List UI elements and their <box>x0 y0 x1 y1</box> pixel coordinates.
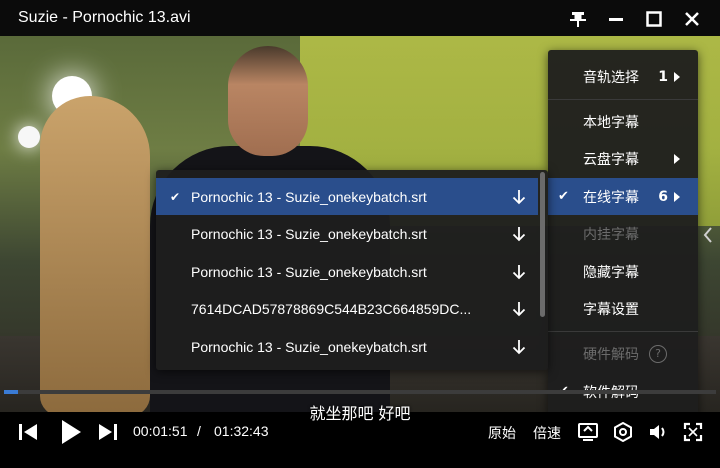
subtitle-option[interactable]: 7614DCAD57878869C544B23C664859DC... <box>156 290 538 327</box>
menu-item-hide-subtitle[interactable]: 隐藏字幕 <box>548 253 698 290</box>
menu-item-subtitle-settings[interactable]: 字幕设置 <box>548 290 698 327</box>
submenu-scrollbar[interactable] <box>540 172 545 317</box>
download-icon[interactable] <box>510 300 528 318</box>
next-icon[interactable] <box>96 421 120 443</box>
title-bar: Suzie - Pornochic 13.avi <box>0 0 720 36</box>
subtitle-option-label: Pornochic 13 - Suzie_onekeybatch.srt <box>191 225 427 242</box>
scene-lamp <box>18 126 40 148</box>
subtitle-option[interactable]: Pornochic 13 - Suzie_onekeybatch.srt <box>156 253 538 290</box>
settings-icon[interactable] <box>612 421 634 443</box>
download-icon[interactable] <box>510 263 528 281</box>
menu-item-count: 1 <box>658 68 668 85</box>
chevron-left-icon[interactable] <box>698 220 718 250</box>
check-icon: ✔ <box>558 189 569 204</box>
context-menu: 音轨选择 1 本地字幕 云盘字幕 ✔ 在线字幕 6 内挂字幕 隐藏字幕 字幕设置… <box>548 50 698 417</box>
menu-item-label: 在线字幕 <box>583 189 639 206</box>
subtitle-option-label: Pornochic 13 - Suzie_onekeybatch.srt <box>191 263 427 280</box>
close-icon[interactable] <box>681 8 703 30</box>
progress-fill <box>4 390 19 394</box>
total-time: 01:32:43 <box>214 423 269 439</box>
menu-divider <box>548 331 698 332</box>
download-icon[interactable] <box>510 188 528 206</box>
menu-item-count: 6 <box>658 188 668 205</box>
time-separator: / <box>197 423 201 439</box>
submenu-arrow-icon <box>674 71 680 82</box>
playback-speed-button[interactable]: 倍速 <box>533 423 561 443</box>
menu-item-local-subtitle[interactable]: 本地字幕 <box>548 103 698 140</box>
scene-person <box>40 96 150 412</box>
pin-icon[interactable] <box>567 8 589 30</box>
subtitle-option[interactable]: ✔ Pornochic 13 - Suzie_onekeybatch.srt <box>156 178 538 215</box>
menu-item-cloud-subtitle[interactable]: 云盘字幕 <box>548 140 698 177</box>
menu-divider <box>548 99 698 100</box>
subtitle-option-label: Pornochic 13 - Suzie_onekeybatch.srt <box>191 188 427 205</box>
menu-item-label: 硬件解码 <box>583 346 639 363</box>
subtitle-option[interactable]: Pornochic 13 - Suzie_onekeybatch.srt <box>156 328 538 365</box>
window-title: Suzie - Pornochic 13.avi <box>18 9 191 26</box>
menu-item-label: 内挂字幕 <box>583 226 639 243</box>
subtitle-option-label: Pornochic 13 - Suzie_onekeybatch.srt <box>191 338 427 355</box>
download-icon[interactable] <box>510 338 528 356</box>
menu-item-online-subtitle[interactable]: ✔ 在线字幕 6 <box>548 178 698 215</box>
submenu-arrow-icon <box>674 191 680 202</box>
menu-item-label: 云盘字幕 <box>583 151 639 168</box>
menu-item-embedded-subtitle: 内挂字幕 <box>548 215 698 252</box>
help-icon[interactable]: ? <box>649 344 667 363</box>
current-time: 00:01:51 <box>133 423 188 439</box>
original-ratio-button[interactable]: 原始 <box>488 423 516 443</box>
menu-item-label: 音轨选择 <box>583 69 639 86</box>
subtitle-option-label: 7614DCAD57878869C544B23C664859DC... <box>191 300 472 317</box>
download-icon[interactable] <box>510 225 528 243</box>
maximize-icon[interactable] <box>643 8 665 30</box>
menu-item-label: 本地字幕 <box>583 114 639 131</box>
minimize-icon[interactable] <box>605 8 627 30</box>
menu-item-audio-track[interactable]: 音轨选择 1 <box>548 58 698 95</box>
previous-icon[interactable] <box>16 421 40 443</box>
submenu-arrow-icon <box>674 153 680 164</box>
volume-icon[interactable] <box>647 421 669 443</box>
progress-bar[interactable] <box>4 390 716 394</box>
screen-cast-icon[interactable] <box>577 421 599 443</box>
subtitle-option[interactable]: Pornochic 13 - Suzie_onekeybatch.srt <box>156 215 538 252</box>
play-icon[interactable] <box>58 418 84 446</box>
menu-item-label: 隐藏字幕 <box>583 264 639 281</box>
fullscreen-icon[interactable] <box>682 421 704 443</box>
scene-person <box>228 46 308 156</box>
online-subtitle-submenu: ✔ Pornochic 13 - Suzie_onekeybatch.srt P… <box>156 170 548 370</box>
menu-item-hardware-decode: 硬件解码 ? <box>548 335 698 372</box>
check-icon: ✔ <box>170 189 181 204</box>
menu-item-label: 字幕设置 <box>583 301 639 318</box>
